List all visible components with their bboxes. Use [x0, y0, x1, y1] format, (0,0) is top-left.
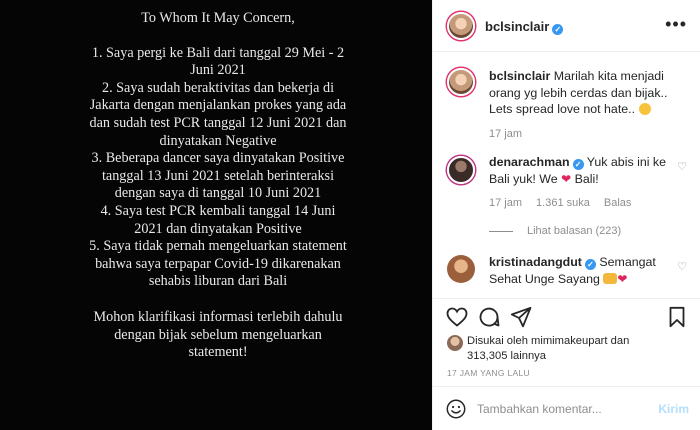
like-comment-heart-icon[interactable]: ♡: [677, 260, 687, 273]
red-heart-emoji-icon: ❤: [617, 271, 628, 286]
caption-body: bclsinclair Marilah kita menjadi orang y…: [489, 68, 679, 142]
like-heart-icon[interactable]: [445, 305, 469, 329]
comment-username[interactable]: denarachman: [489, 155, 570, 169]
comment-likes[interactable]: 1.361 suka: [536, 197, 590, 209]
share-paper-plane-icon[interactable]: [509, 305, 533, 329]
reply-button[interactable]: Balas: [604, 197, 632, 209]
author-username[interactable]: bclsinclair: [485, 19, 549, 34]
caption-meta: 17 jam: [489, 126, 679, 143]
save-bookmark-icon[interactable]: [665, 305, 689, 329]
replies-divider: [489, 230, 513, 232]
likes-line-2: 313,305 lainnya: [467, 350, 547, 362]
author-avatar[interactable]: [447, 12, 475, 40]
verified-icon: ✓: [572, 159, 584, 170]
likes-text: Disukai oleh mimimakeupart dan 313,305 l…: [467, 334, 692, 364]
post-image-text: To Whom It May Concern, 1. Saya pergi ke…: [88, 10, 348, 362]
author-name-row: bclsinclair ✓: [485, 18, 564, 36]
comment-body: denarachman ✓ Yuk abis ini ke Bali yuk! W…: [489, 154, 679, 212]
more-options-icon[interactable]: •••: [665, 15, 687, 33]
red-heart-emoji-icon: ❤: [561, 171, 572, 186]
commenter-avatar[interactable]: [447, 255, 475, 283]
caption: bclsinclair Marilah kita menjadi orang y…: [447, 68, 687, 148]
caption-avatar[interactable]: [447, 68, 475, 96]
like-comment-heart-icon[interactable]: ♡: [677, 160, 687, 173]
comment: kristinadangdut ✓ Semangat Sehat Unge Say…: [447, 254, 687, 298]
view-replies-label[interactable]: Lihat balasan (223): [527, 225, 621, 237]
post-details-panel: bclsinclair ✓ ••• bclsinclair Marilah kit…: [432, 0, 700, 430]
comment-username[interactable]: kristinadangdut: [489, 255, 582, 269]
post-comment-button[interactable]: Kirim: [658, 402, 689, 416]
comment-bubble-icon[interactable]: [477, 305, 501, 329]
comment-input[interactable]: [477, 399, 647, 419]
emoji-picker-icon[interactable]: [445, 398, 467, 420]
liker-avatar: [447, 335, 463, 351]
likes-line-1: Disukai oleh mimimakeupart dan: [467, 335, 630, 347]
post-closing: Mohon klarifikasi informasi terlebih dah…: [93, 308, 343, 361]
caption-time[interactable]: 17 jam: [489, 128, 522, 140]
view-replies[interactable]: Lihat balasan (223): [489, 225, 621, 237]
post-heading: To Whom It May Concern,: [141, 10, 295, 26]
post-image[interactable]: To Whom It May Concern, 1. Saya pergi ke…: [0, 0, 432, 430]
comment-text-after: Bali!: [574, 171, 599, 186]
post-time-ago[interactable]: 17 JAM YANG LALU: [447, 368, 530, 378]
post-item-2: 2. Saya sudah beraktivitas dan bekerja d…: [89, 79, 347, 149]
comments-list[interactable]: bclsinclair Marilah kita menjadi orang y…: [433, 52, 700, 298]
verified-icon: ✓: [584, 259, 596, 270]
comment-time[interactable]: 17 jam: [489, 197, 522, 209]
hands-emoji-icon: [603, 272, 618, 284]
verified-icon: ✓: [552, 24, 564, 35]
post-item-4: 4. Saya test PCR kembali tanggal 14 Juni…: [100, 202, 336, 237]
action-bar: [433, 298, 700, 338]
caption-username[interactable]: bclsinclair: [489, 69, 550, 83]
comment-meta: 17 jam 1.361 suka Balas: [489, 195, 679, 212]
post-item-3: 3. Beberapa dancer saya dinyatakan Posit…: [91, 150, 345, 202]
commenter-avatar[interactable]: [447, 156, 475, 184]
post-item-1: 1. Saya pergi ke Bali dari tanggal 29 Me…: [91, 44, 345, 79]
comment-body: kristinadangdut ✓ Semangat Sehat Unge Say…: [489, 254, 679, 287]
post-header: bclsinclair ✓ •••: [433, 0, 700, 52]
add-comment-bar: Kirim: [433, 386, 700, 430]
smile-emoji-icon: [638, 103, 651, 115]
post-item-5: 5. Saya tidak pernah mengeluarkan statem…: [89, 238, 347, 290]
